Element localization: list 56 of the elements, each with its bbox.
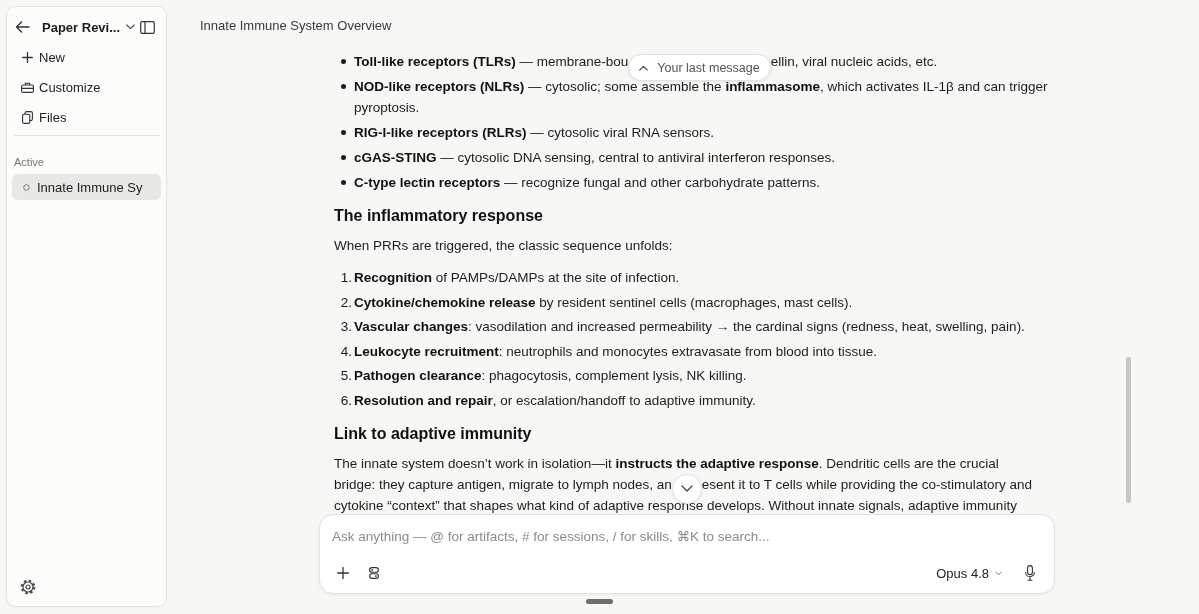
list-number: 2.: [339, 293, 352, 312]
session-item[interactable]: Innate Immune Sy: [12, 174, 161, 200]
toolbox-icon: [20, 81, 34, 93]
files-icon: [21, 110, 33, 124]
paragraph-text: When PRRs are triggered, the classic sequence unfolds:: [334, 238, 673, 253]
list-item-text: Toll-like receptors (TLRs) — membrane-bou: [354, 53, 629, 69]
section-heading: Link to adaptive immunity: [334, 424, 533, 445]
list-item-text: Resolution and repair, or escalation/handoff to adaptive immunity.: [354, 392, 756, 408]
paragraph-text: esent it to T cells while providing the co-stimulatory and: [701, 477, 1033, 493]
chevron-down-icon: [126, 24, 136, 30]
list-item-text: C-type lectin receptors — recognize fungal and other carbohydrate patterns.: [354, 174, 820, 190]
bullet-icon: [341, 154, 346, 160]
plus-icon: [21, 51, 33, 63]
paragraph-text: bridge: they capture antigen, migrate to lymph nodes, an: [334, 477, 672, 493]
list-item-text: Recognition of PAMPs/DAMPs at the site of infection.: [354, 270, 680, 285]
list-item-text: ellin, viral nucleic acids, etc.: [770, 53, 938, 69]
chevron-up-icon: [639, 64, 649, 71]
section-label: Active: [13, 155, 45, 169]
list-item-text: Vascular changes: vasodilation and increased permeability → the cardinal signs (redness, heat, swelling, pain).: [354, 319, 1025, 335]
circle-icon: [23, 183, 30, 191]
list-item-text: Cytokine/chemokine release by resident sentinel cells (macrophages, mast cells).: [354, 294, 853, 310]
sidebar-nav-item[interactable]: New: [12, 42, 161, 72]
bullet-icon: [341, 58, 346, 64]
drag-handle[interactable]: [586, 599, 613, 604]
sidebar-toggle-icon[interactable]: [140, 20, 155, 34]
paragraph-text: cytokine “context” that shapes what kind of adaptive response develops. Without innate signals, adaptive immunity: [334, 498, 1017, 514]
settings-icon[interactable]: [20, 579, 36, 595]
scrollbar-thumb[interactable]: [1126, 357, 1131, 503]
sidebar-nav-item[interactable]: Customize: [12, 72, 161, 102]
toggles-icon[interactable]: [369, 567, 379, 579]
message-input[interactable]: Ask anything — @ for artifacts, # for sessions, / for skills, ⌘K to search...: [332, 526, 1042, 546]
plus-icon[interactable]: [337, 567, 349, 579]
bullet-icon: [341, 179, 346, 185]
project-switcher[interactable]: Paper Revi...: [42, 19, 136, 35]
bullet-icon: [341, 83, 346, 89]
list-number: 5.: [339, 367, 352, 386]
model-selector[interactable]: Opus 4.8: [936, 565, 1002, 581]
list-number: 1.: [339, 269, 352, 287]
list-item-text: RIG-I-like receptors (RLRs) — cytosolic viral RNA sensors.: [354, 124, 715, 140]
list-item-text: Pathogen clearance: phagocytosis, complement lysis, NK killing.: [354, 368, 747, 384]
list-number: 4.: [339, 342, 352, 361]
chevron-down-icon: [995, 570, 1002, 576]
chevron-down-icon: [680, 485, 693, 493]
conversation-title: Innate Immune System Overview: [200, 17, 392, 33]
list-item-text: Leukocyte recruitment: neutrophils and monocytes extravasate from blood into tissue.: [354, 343, 877, 359]
paragraph-text: The innate system doesn’t work in isolation—it instructs the adaptive response. Dendritic cells are the crucial: [334, 456, 999, 472]
microphone-icon[interactable]: [1025, 565, 1035, 581]
list-number: 6.: [339, 391, 352, 410]
list-number: 3.: [339, 318, 352, 337]
section-heading: The inflammatory response: [334, 206, 544, 226]
last-message-button[interactable]: Your last message: [628, 54, 771, 82]
arrow-left-icon[interactable]: [15, 21, 30, 33]
bullet-icon: [341, 129, 346, 135]
scroll-down-button[interactable]: [671, 473, 702, 504]
sidebar-nav-item[interactable]: Files: [12, 102, 161, 132]
list-item-text: cGAS-STING — cytosolic DNA sensing, central to antiviral interferon responses.: [354, 149, 835, 165]
